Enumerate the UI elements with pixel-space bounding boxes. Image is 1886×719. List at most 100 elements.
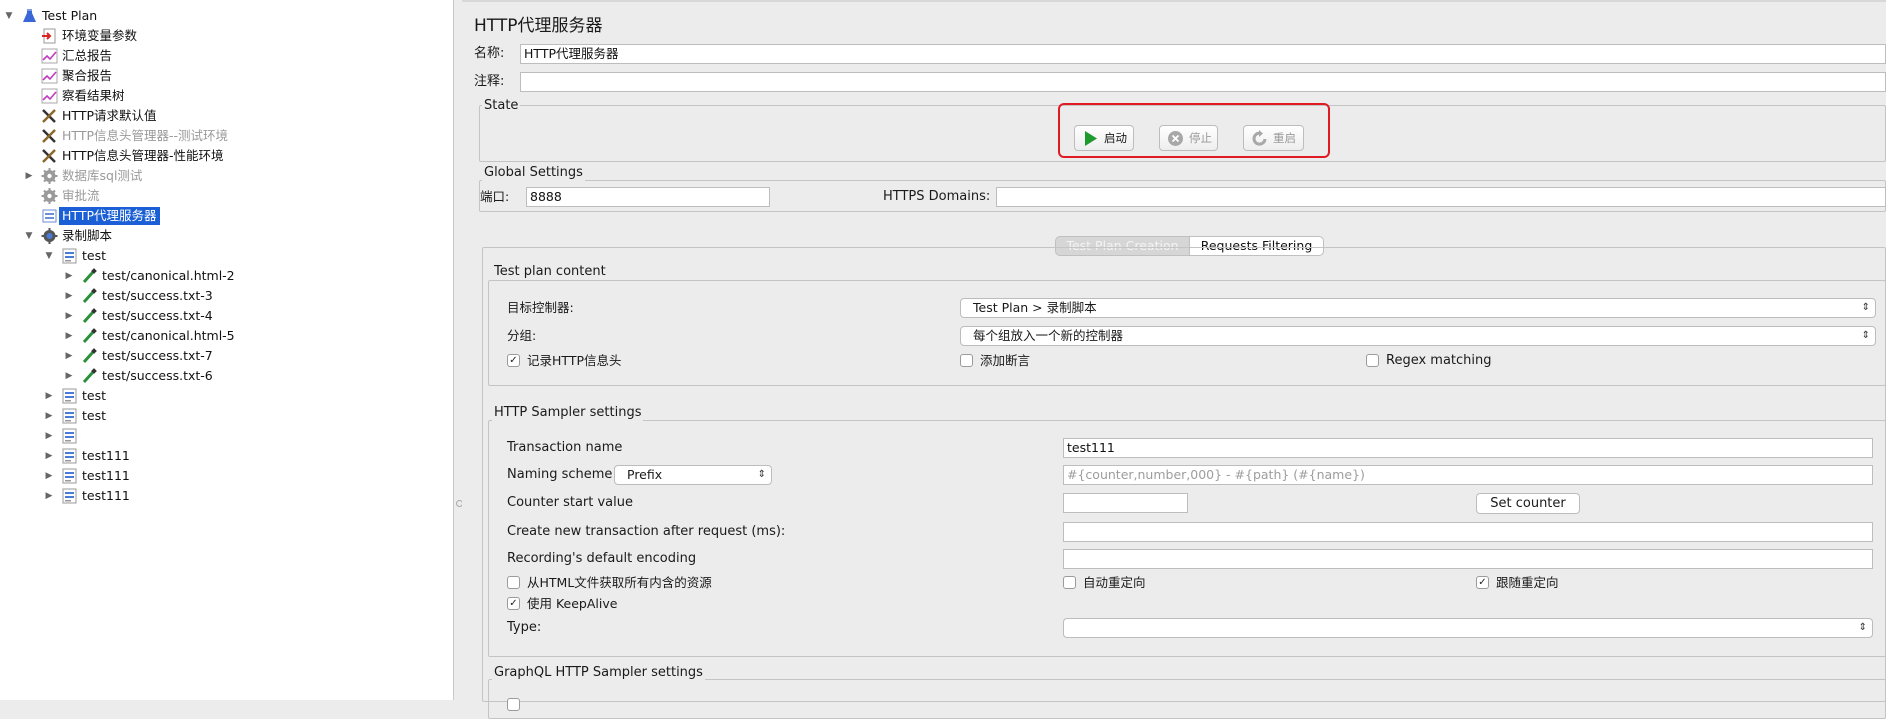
retrieve-resources-checkbox[interactable]	[507, 576, 520, 589]
wrench-icon	[41, 128, 58, 144]
regex-matching-checkbox[interactable]	[1366, 354, 1379, 367]
port-label: 端口:	[480, 189, 510, 204]
tree-node[interactable]: ▶ test/success.txt-4	[0, 306, 453, 326]
collapsed-arrow-icon[interactable]: ▶	[44, 386, 54, 406]
set-counter-button[interactable]: Set counter	[1476, 493, 1580, 514]
tree-node[interactable]: ▶ test/canonical.html-5	[0, 326, 453, 346]
tree-node-label: test111	[82, 468, 130, 483]
tree-node[interactable]: ▶ test	[0, 386, 453, 406]
controller-icon	[61, 388, 78, 404]
naming-scheme-select[interactable]: Prefix ⇕	[614, 465, 772, 485]
naming-scheme-value: Prefix	[627, 467, 663, 482]
tree-node[interactable]: ▼ Test Plan	[0, 6, 453, 26]
grouping-label: 分组:	[507, 328, 537, 343]
tree-node[interactable]: ▶ 数据库sql测试	[0, 166, 453, 186]
type-select[interactable]: ⇕	[1063, 618, 1873, 638]
tree-node[interactable]: HTTP代理服务器	[0, 206, 453, 226]
tree-node[interactable]: HTTP信息头管理器--测试环境	[0, 126, 453, 146]
transaction-name-label: Transaction name	[507, 440, 623, 455]
graphql-settings-title: GraphQL HTTP Sampler settings	[492, 665, 705, 681]
collapsed-arrow-icon[interactable]: ▶	[44, 486, 54, 506]
naming-scheme-label: Naming scheme	[507, 467, 613, 482]
sampler-pipette-icon	[81, 288, 98, 304]
tree-node[interactable]: 聚合报告	[0, 66, 453, 86]
tree-node[interactable]: 审批流	[0, 186, 453, 206]
follow-redirect-checkbox[interactable]: ✓	[1476, 576, 1489, 589]
new-transaction-field[interactable]	[1063, 522, 1873, 542]
collapsed-arrow-icon[interactable]: ▶	[44, 406, 54, 426]
collapsed-arrow-icon[interactable]: ▶	[64, 306, 74, 326]
comment-label: 注释:	[474, 74, 505, 89]
collapsed-arrow-icon[interactable]: ▶	[64, 266, 74, 286]
tree-node[interactable]: 察看结果树	[0, 86, 453, 106]
collapsed-arrow-icon[interactable]: ▶	[44, 426, 54, 446]
transaction-name-field[interactable]: test111	[1063, 438, 1873, 458]
select-arrows-icon: ⇕	[757, 469, 766, 480]
tree-node-label: test111	[82, 488, 130, 503]
stop-button-label: 停止	[1189, 131, 1212, 145]
name-label: 名称:	[474, 46, 505, 61]
grouping-select[interactable]: 每个组放入一个新的控制器 ⇕	[960, 326, 1876, 346]
collapsed-arrow-icon[interactable]: ▶	[64, 346, 74, 366]
sampler-pipette-icon	[81, 368, 98, 384]
tree-node-label: test	[82, 408, 107, 423]
auto-redirect-checkbox[interactable]	[1063, 576, 1076, 589]
tree-node[interactable]: ▶ test/success.txt-7	[0, 346, 453, 366]
tree-node[interactable]: 汇总报告	[0, 46, 453, 66]
test-plan-tree[interactable]: ▼ Test Plan 环境变量参数 汇总报告 聚合报告 察看结果树 HTTP请求默认值 HT…	[0, 0, 454, 700]
port-field[interactable]: 8888	[526, 187, 770, 207]
tree-node-label: HTTP代理服务器	[59, 207, 160, 225]
expanded-arrow-icon[interactable]: ▼	[24, 226, 34, 246]
target-controller-value: Test Plan > 录制脚本	[973, 300, 1097, 315]
tree-node[interactable]: ▼ test	[0, 246, 453, 266]
tree-node[interactable]: ▶ test/success.txt-3	[0, 286, 453, 306]
default-encoding-field[interactable]	[1063, 549, 1873, 569]
name-field[interactable]: HTTP代理服务器	[520, 44, 1886, 64]
tree-node[interactable]: ▶	[0, 426, 453, 446]
gear-icon	[41, 168, 58, 184]
tree-node-label: HTTP信息头管理器-性能环境	[62, 148, 224, 163]
recorder-gear-icon	[41, 228, 58, 244]
expanded-arrow-icon[interactable]: ▼	[44, 246, 54, 266]
record-headers-checkbox[interactable]: ✓	[507, 354, 520, 367]
counter-start-field[interactable]	[1063, 493, 1188, 513]
keepalive-checkbox[interactable]: ✓	[507, 597, 520, 610]
stop-button[interactable]: 停止	[1159, 125, 1218, 151]
add-assertions-checkbox[interactable]	[960, 354, 973, 367]
collapsed-arrow-icon[interactable]: ▶	[44, 466, 54, 486]
collapsed-arrow-icon[interactable]: ▶	[44, 446, 54, 466]
wrench-icon	[41, 148, 58, 164]
collapsed-arrow-icon[interactable]: ▶	[64, 326, 74, 346]
tree-node[interactable]: HTTP请求默认值	[0, 106, 453, 126]
restart-button[interactable]: 重启	[1243, 125, 1304, 151]
tree-node[interactable]: ▶ test/success.txt-6	[0, 366, 453, 386]
tree-node[interactable]: ▶ test	[0, 406, 453, 426]
comment-field[interactable]	[520, 72, 1886, 92]
proxy-server-panel: HTTP代理服务器 名称: HTTP代理服务器 注释: State 启动 停止 …	[462, 0, 1886, 719]
target-controller-select[interactable]: Test Plan > 录制脚本 ⇕	[960, 298, 1876, 318]
collapsed-arrow-icon[interactable]: ▶	[64, 286, 74, 306]
collapsed-arrow-icon[interactable]: ▶	[24, 166, 34, 186]
tree-node[interactable]: ▼ 录制脚本	[0, 226, 453, 246]
tree-node[interactable]: ▶ test/canonical.html-2	[0, 266, 453, 286]
tree-node-label: 察看结果树	[62, 88, 125, 103]
tree-node[interactable]: ▶ test111	[0, 446, 453, 466]
regex-matching-label: Regex matching	[1386, 353, 1492, 368]
tree-node-label: test/canonical.html-2	[102, 268, 235, 283]
wrench-icon	[41, 108, 58, 124]
retrieve-resources-label: 从HTML文件获取所有内含的资源	[527, 575, 712, 590]
test-plan-content-title: Test plan content	[492, 264, 608, 280]
tree-node[interactable]: ▶ test111	[0, 466, 453, 486]
tree-node-label: 汇总报告	[62, 48, 113, 63]
expanded-arrow-icon[interactable]: ▼	[4, 6, 14, 26]
tree-node[interactable]: HTTP信息头管理器-性能环境	[0, 146, 453, 166]
https-domains-field[interactable]	[996, 187, 1886, 207]
tree-node-label: test/success.txt-4	[102, 308, 213, 323]
collapsed-arrow-icon[interactable]: ▶	[64, 366, 74, 386]
tree-node[interactable]: ▶ test111	[0, 486, 453, 506]
start-button[interactable]: 启动	[1074, 125, 1134, 151]
tree-node-label: test/success.txt-7	[102, 348, 213, 363]
start-button-label: 启动	[1104, 131, 1127, 145]
tree-node[interactable]: 环境变量参数	[0, 26, 453, 46]
naming-format-field[interactable]: #{counter,number,000} - #{path} (#{name}…	[1063, 465, 1873, 485]
